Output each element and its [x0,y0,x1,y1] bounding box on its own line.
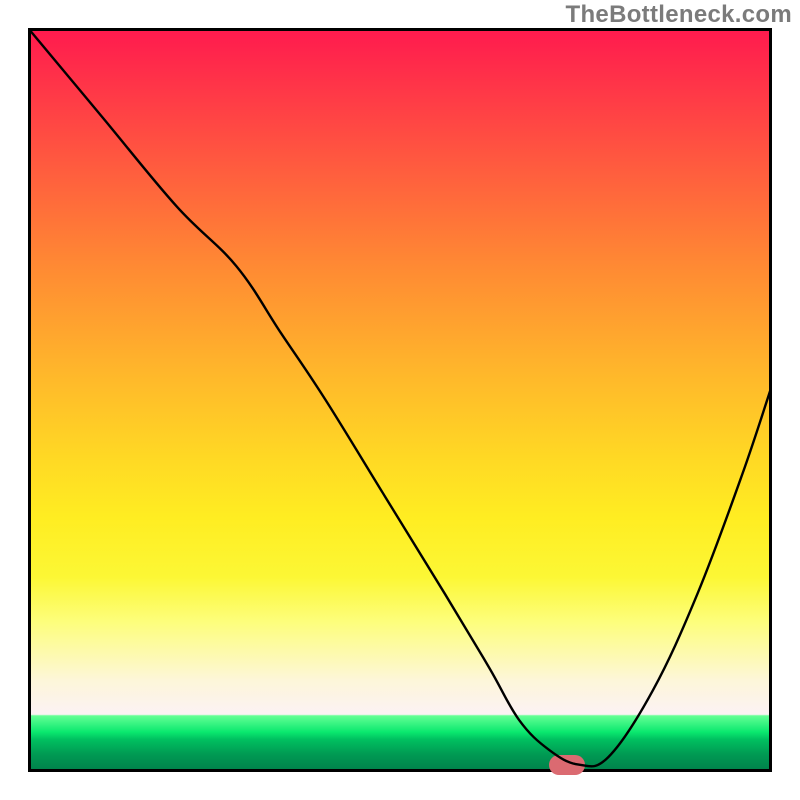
chart-container: TheBottleneck.com [0,0,800,800]
watermark-text: TheBottleneck.com [566,1,792,29]
plot-background-gradient [28,28,772,772]
optimal-point-marker [549,755,585,775]
